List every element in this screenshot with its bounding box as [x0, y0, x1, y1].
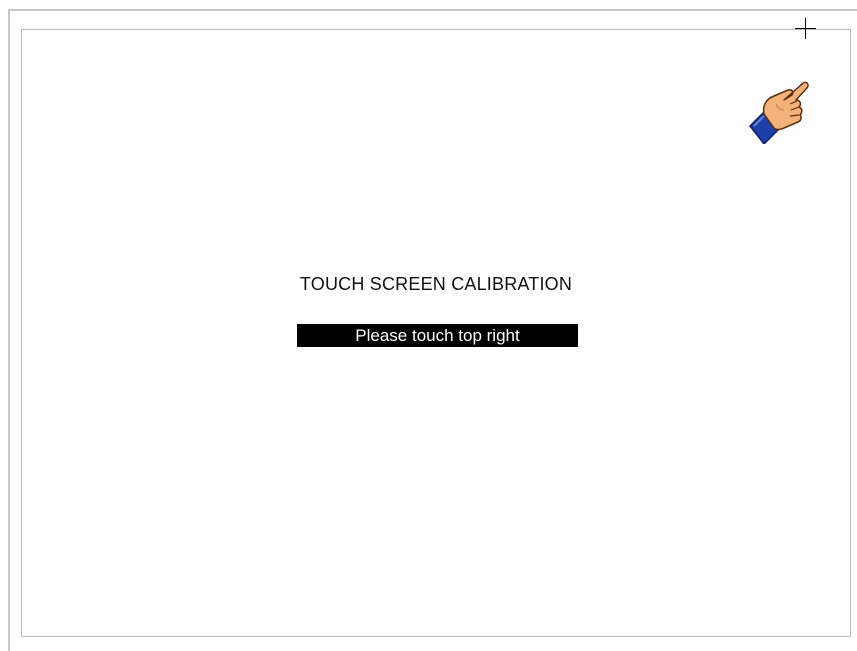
crosshair-icon[interactable] — [795, 18, 816, 39]
frame-top-line — [8, 9, 857, 11]
pointing-hand-icon — [749, 81, 809, 144]
frame-left-line — [8, 9, 10, 651]
calibration-title: TOUCH SCREEN CALIBRATION — [299, 274, 573, 294]
calibration-page: TOUCH SCREEN CALIBRATION Please touch to… — [0, 0, 857, 651]
calibration-screen[interactable]: TOUCH SCREEN CALIBRATION Please touch to… — [21, 29, 851, 637]
calibration-prompt: Please touch top right — [297, 324, 578, 347]
